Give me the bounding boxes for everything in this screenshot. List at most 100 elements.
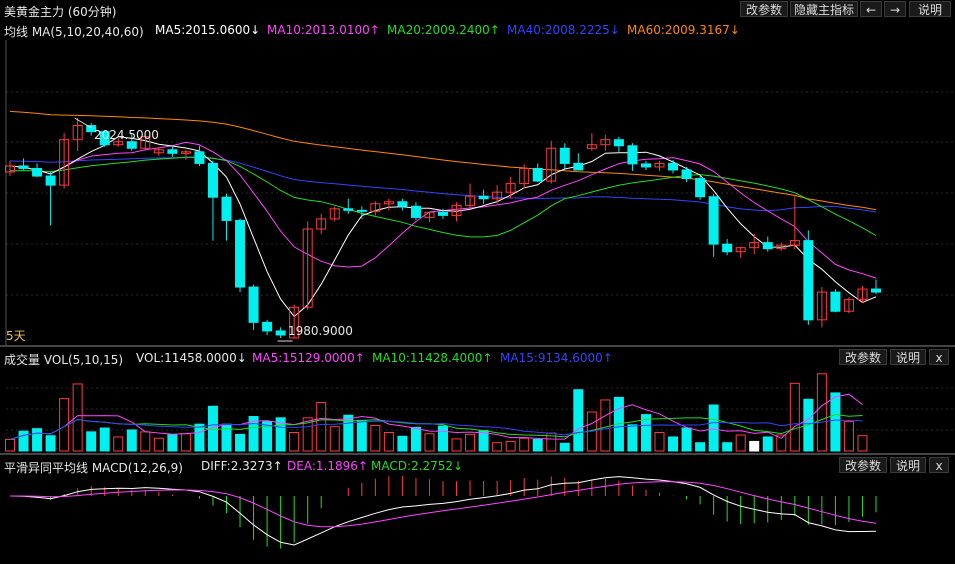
- candle-down: [627, 145, 638, 165]
- volume-bar: [45, 435, 56, 452]
- volume-bar: [397, 435, 408, 452]
- candle-down: [410, 205, 421, 218]
- volume-bar: [830, 392, 841, 452]
- volume-bar: [762, 436, 773, 452]
- volume-bar: [113, 436, 124, 452]
- volume-bar: [289, 431, 300, 452]
- candle-down: [478, 195, 489, 200]
- volume-bar: [167, 433, 178, 452]
- candle-down: [32, 167, 43, 177]
- volume-bar: [668, 436, 679, 452]
- candle-down: [262, 321, 273, 332]
- volume-legend: 成交量 VOL(5,10,15) VOL:11458.0000↓ MA5:151…: [0, 348, 955, 367]
- candle-down: [708, 196, 719, 245]
- ma5-line: [9, 136, 877, 318]
- volume-bar: [72, 383, 83, 452]
- volume-bar: [465, 433, 476, 452]
- candle-down: [167, 149, 178, 154]
- low-price-label: 1980.9000: [288, 324, 353, 338]
- volume-value: VOL:11458.0000↓: [136, 351, 247, 365]
- divider: [0, 345, 955, 347]
- candle-down: [830, 291, 841, 312]
- candle-down: [221, 196, 232, 221]
- candle-down: [681, 169, 692, 180]
- volume-bar: [627, 424, 638, 452]
- volume-bar: [492, 442, 503, 452]
- candle-down: [343, 208, 354, 211]
- volume-bar: [18, 430, 29, 452]
- volume-bar: [708, 404, 719, 452]
- volume-bar: [735, 434, 746, 452]
- vol-ma10-value: MA10:11428.4000↑: [372, 351, 493, 365]
- volume-bar: [478, 430, 489, 452]
- volume-bar: [153, 437, 164, 452]
- volume-bar: [857, 435, 868, 452]
- candle-down: [871, 288, 881, 293]
- candle-down: [532, 167, 543, 182]
- macd-value: MACD:2.2752↓: [371, 459, 464, 473]
- volume-bar: [140, 431, 151, 452]
- candle-down: [573, 162, 584, 171]
- volume-bar: [519, 437, 530, 452]
- candle-down: [235, 219, 246, 288]
- volume-bar: [180, 433, 191, 452]
- candle-down: [397, 201, 408, 207]
- candle-down: [762, 242, 773, 250]
- volume-bar: [370, 424, 381, 452]
- volume-bar: [776, 434, 787, 452]
- volume-bar: [32, 428, 43, 452]
- vol-edit-button[interactable]: 改参数: [839, 349, 887, 365]
- macd-help-button[interactable]: 说明: [890, 457, 926, 473]
- candle-down: [559, 147, 570, 164]
- volume-bar: [316, 401, 327, 452]
- candle-down: [613, 139, 624, 147]
- vol-ma5-value: MA5:15129.0000↑: [252, 351, 365, 365]
- candle-down: [640, 163, 651, 168]
- candle-down: [248, 286, 259, 323]
- volume-bar: [99, 427, 110, 452]
- volume-bar: [816, 373, 827, 452]
- candle-down: [803, 240, 814, 321]
- volume-bar: [559, 442, 570, 452]
- macd-label: 平滑异同平均线 MACD(12,26,9): [4, 461, 183, 475]
- candlestick-chart: [5, 40, 955, 549]
- volume-bar: [843, 421, 854, 452]
- period-label: 5天: [6, 329, 26, 343]
- candle-down: [194, 151, 205, 164]
- macd-close-icon[interactable]: x: [929, 457, 949, 473]
- volume-bar: [532, 439, 543, 452]
- candle-down: [207, 162, 218, 198]
- candle-down: [275, 330, 286, 336]
- ma40-line: [9, 156, 877, 213]
- volume-bar: [424, 433, 435, 452]
- vol-help-button[interactable]: 说明: [890, 349, 926, 365]
- vol-ma15-value: MA15:9134.6000↑: [500, 351, 613, 365]
- volume-bar: [451, 438, 462, 452]
- candle-down: [45, 175, 56, 186]
- volume-bar: [789, 382, 800, 452]
- vol-ma5-line: [9, 393, 863, 440]
- volume-bar: [235, 433, 246, 452]
- candle-down: [722, 243, 733, 253]
- candle-down: [695, 178, 706, 198]
- high-price-label: 2024.5000: [94, 128, 159, 142]
- candle-down: [356, 209, 367, 212]
- volume-bar: [573, 389, 584, 452]
- candle-down: [438, 211, 448, 216]
- volume-label: 成交量 VOL(5,10,15): [4, 353, 124, 367]
- volume-bar: [356, 419, 367, 452]
- volume-bar: [86, 431, 97, 452]
- vol-close-icon[interactable]: x: [929, 349, 949, 365]
- volume-bar: [383, 431, 394, 452]
- volume-bar: [600, 399, 611, 452]
- macd-edit-button[interactable]: 改参数: [839, 457, 887, 473]
- volume-bar: [438, 425, 448, 452]
- candle-down: [18, 165, 29, 169]
- volume-bar: [126, 429, 137, 452]
- volume-bar: [221, 423, 232, 452]
- diff-value: DIFF:2.3273↑: [201, 459, 283, 473]
- volume-bar: [654, 431, 665, 452]
- candle-down: [668, 162, 679, 171]
- volume-bar: [722, 442, 733, 452]
- volume-bar: [695, 442, 706, 452]
